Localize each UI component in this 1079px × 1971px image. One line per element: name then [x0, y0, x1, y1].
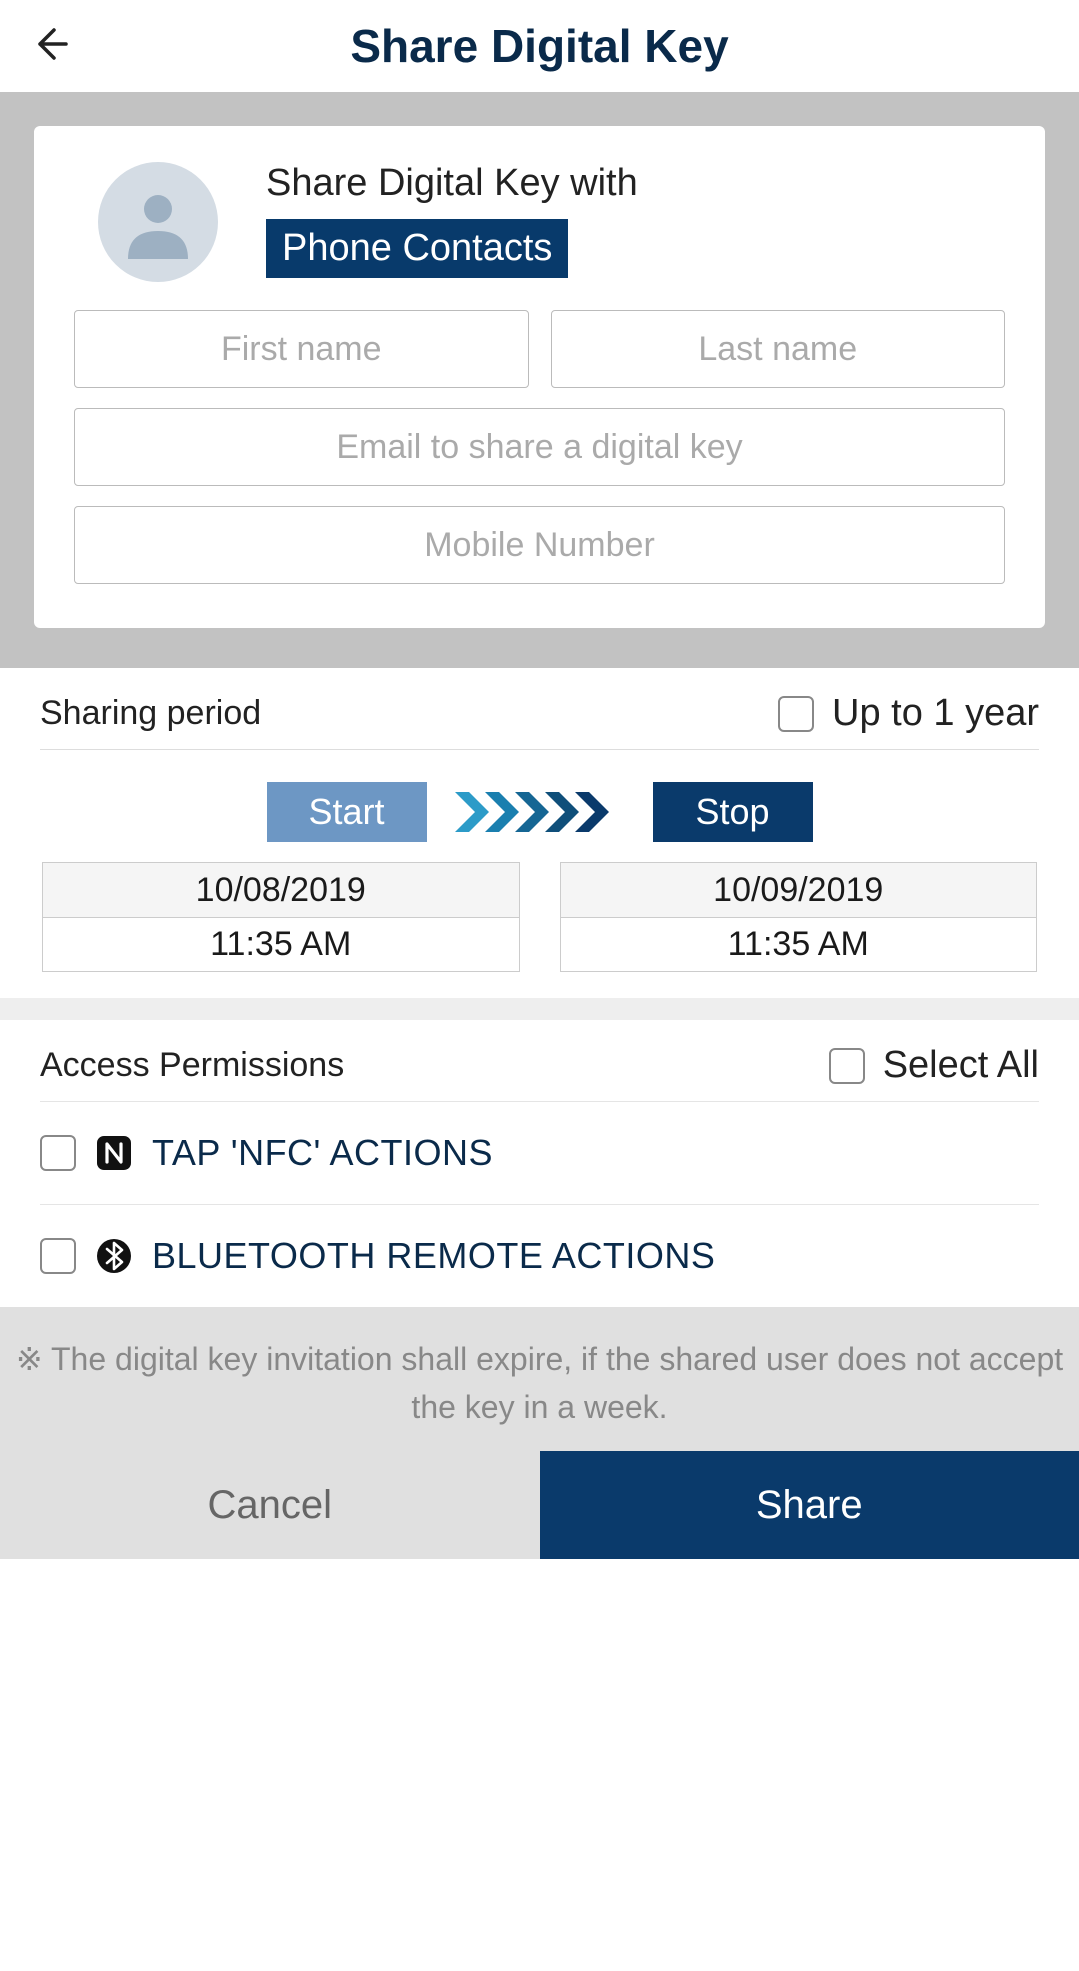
- nfc-label: TAP 'NFC' ACTIONS: [152, 1132, 493, 1174]
- bluetooth-label: BLUETOOTH REMOTE ACTIONS: [152, 1235, 715, 1277]
- back-icon[interactable]: [30, 24, 70, 69]
- note-text: ※ The digital key invitation shall expir…: [10, 1335, 1069, 1431]
- sharing-period-title: Sharing period: [40, 694, 261, 733]
- start-time: 11:35 AM: [43, 917, 519, 971]
- stop-datetime[interactable]: 10/09/2019 11:35 AM: [560, 862, 1038, 972]
- first-name-input[interactable]: [74, 310, 529, 388]
- mobile-input[interactable]: [74, 506, 1005, 584]
- contact-card-wrap: Share Digital Key with Phone Contacts: [0, 92, 1079, 668]
- stop-date: 10/09/2019: [561, 863, 1037, 917]
- sharing-period-section: Sharing period Up to 1 year Start Stop 1…: [0, 668, 1079, 998]
- section-divider: [0, 998, 1079, 1020]
- permission-item-bluetooth: BLUETOOTH REMOTE ACTIONS: [40, 1204, 1039, 1307]
- cancel-button[interactable]: Cancel: [0, 1451, 540, 1559]
- last-name-input[interactable]: [551, 310, 1006, 388]
- start-date: 10/08/2019: [43, 863, 519, 917]
- permissions-section: Access Permissions Select All TAP 'NFC' …: [0, 1020, 1079, 1307]
- bluetooth-icon: [94, 1236, 134, 1276]
- bottom-bar: Cancel Share: [0, 1451, 1079, 1559]
- nfc-checkbox[interactable]: [40, 1135, 76, 1171]
- permissions-title: Access Permissions: [40, 1046, 344, 1085]
- nfc-icon: [94, 1133, 134, 1173]
- stop-time: 11:35 AM: [561, 917, 1037, 971]
- stop-button[interactable]: Stop: [653, 782, 813, 842]
- start-button[interactable]: Start: [267, 782, 427, 842]
- upto-year-checkbox[interactable]: [778, 696, 814, 732]
- bluetooth-checkbox[interactable]: [40, 1238, 76, 1274]
- select-all-label: Select All: [883, 1044, 1039, 1087]
- chevrons-icon: [455, 788, 625, 836]
- email-input[interactable]: [74, 408, 1005, 486]
- contact-card: Share Digital Key with Phone Contacts: [34, 126, 1045, 628]
- share-button[interactable]: Share: [540, 1451, 1079, 1559]
- avatar-icon: [98, 162, 218, 282]
- phone-contacts-button[interactable]: Phone Contacts: [266, 219, 568, 278]
- note-area: ※ The digital key invitation shall expir…: [0, 1307, 1079, 1451]
- upto-year-label: Up to 1 year: [832, 692, 1039, 735]
- page-title: Share Digital Key: [0, 19, 1079, 73]
- select-all-checkbox[interactable]: [829, 1048, 865, 1084]
- share-with-label: Share Digital Key with: [266, 162, 638, 205]
- permission-item-nfc: TAP 'NFC' ACTIONS: [40, 1101, 1039, 1204]
- start-datetime[interactable]: 10/08/2019 11:35 AM: [42, 862, 520, 972]
- app-header: Share Digital Key: [0, 0, 1079, 92]
